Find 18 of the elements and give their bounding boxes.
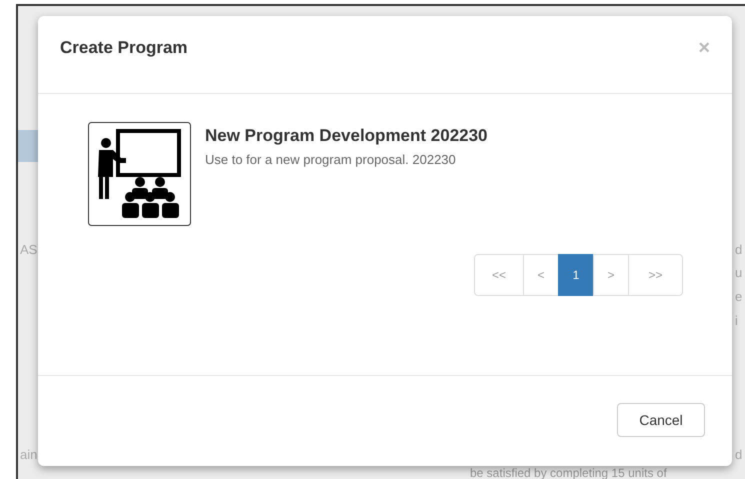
program-description: Use to for a new program proposal. 202230 xyxy=(205,152,457,167)
page-button[interactable]: << xyxy=(474,254,524,296)
page-button[interactable]: 1 xyxy=(558,254,594,296)
program-title[interactable]: New Program Development 202230 xyxy=(205,126,488,146)
background-text: d xyxy=(735,447,742,463)
background-text: d xyxy=(735,242,742,258)
close-button[interactable]: × xyxy=(698,38,710,58)
background-text: i xyxy=(735,313,738,329)
page-button[interactable]: >> xyxy=(628,254,683,296)
background-text: u xyxy=(735,265,742,281)
dialog-title: Create Program xyxy=(60,38,188,58)
background-text: AS xyxy=(20,242,38,258)
page-button[interactable]: > xyxy=(593,254,629,296)
background-text: ain xyxy=(20,447,38,463)
background-text: e xyxy=(735,289,742,305)
classroom-icon[interactable] xyxy=(88,122,191,226)
page-button[interactable]: < xyxy=(523,254,559,296)
cancel-button[interactable]: Cancel xyxy=(617,403,705,437)
